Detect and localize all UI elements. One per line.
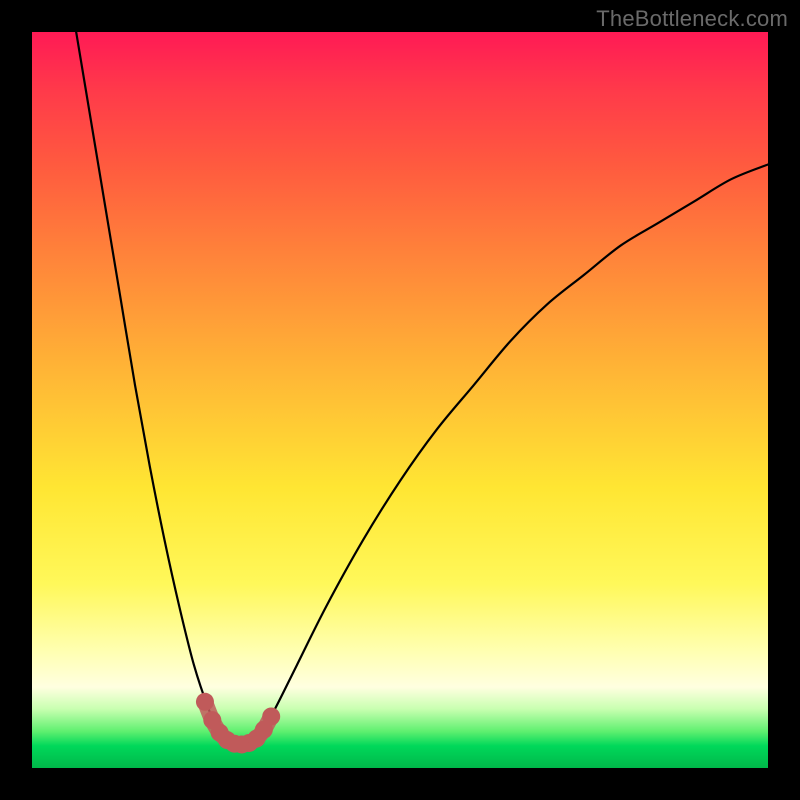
plot-area bbox=[32, 32, 768, 768]
watermark-text: TheBottleneck.com bbox=[596, 6, 788, 32]
highlight-dot bbox=[262, 707, 280, 725]
main-curve bbox=[76, 32, 768, 745]
chart-svg bbox=[32, 32, 768, 768]
highlight-dots bbox=[196, 693, 280, 754]
chart-frame: TheBottleneck.com bbox=[0, 0, 800, 800]
highlight-dot bbox=[196, 693, 214, 711]
